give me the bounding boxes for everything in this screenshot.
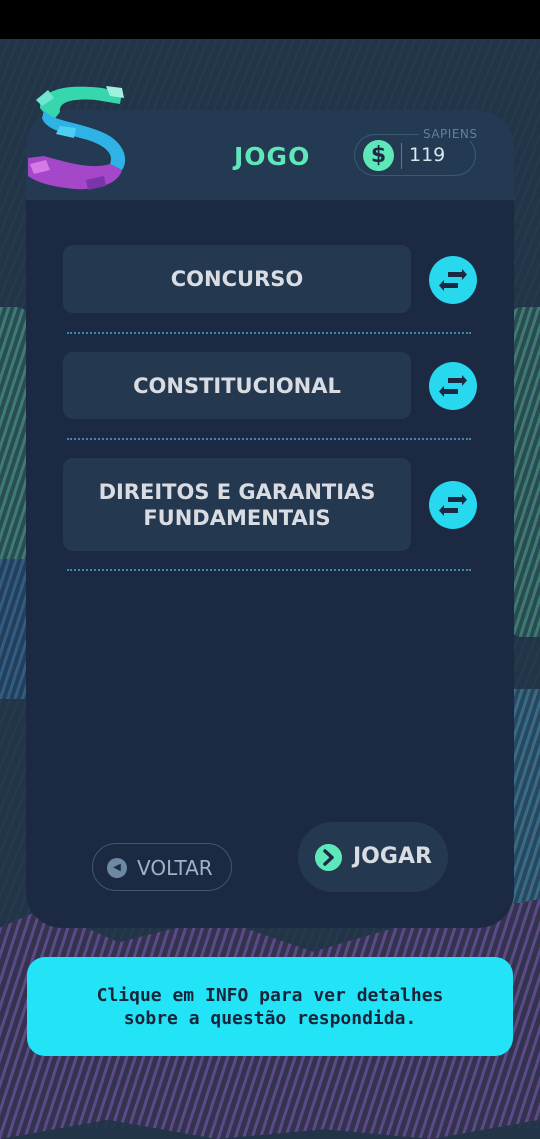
option-label: DIREITOS E GARANTIAS FUNDAMENTAIS — [98, 479, 376, 530]
chevron-left-circle-icon: ◀ — [107, 858, 127, 878]
chevron-right-circle-icon — [315, 844, 342, 871]
info-message: Clique em INFO para ver detalhes sobre a… — [96, 984, 444, 1029]
divider — [67, 332, 471, 334]
sapiens-logo — [28, 86, 126, 190]
swap-button[interactable] — [429, 362, 477, 410]
swap-button[interactable] — [429, 256, 477, 304]
background-shape — [0, 559, 28, 699]
play-button[interactable]: JOGAR — [298, 822, 448, 892]
info-tooltip: Clique em INFO para ver detalhes sobre a… — [27, 957, 513, 1056]
currency-label: SAPIENS — [419, 127, 482, 141]
game-card: JOGO SAPIENS $ 119 CONCURSO CONSTITUCION… — [26, 110, 514, 928]
back-button-label: VOLTAR — [137, 856, 213, 880]
currency-value: 119 — [409, 144, 446, 166]
status-bar — [0, 0, 540, 39]
option-label: CONCURSO — [170, 267, 304, 291]
play-button-label: JOGAR — [353, 844, 432, 869]
swap-arrows-icon — [439, 494, 467, 516]
option-button-constitucional[interactable]: CONSTITUCIONAL — [63, 352, 411, 419]
option-label: CONSTITUCIONAL — [133, 373, 341, 398]
currency-balance: SAPIENS $ 119 — [354, 127, 482, 176]
swap-arrows-icon — [439, 375, 467, 397]
option-button-concurso[interactable]: CONCURSO — [63, 245, 411, 313]
divider — [67, 438, 471, 440]
page-title: JOGO — [234, 142, 311, 171]
swap-arrows-icon — [439, 269, 467, 291]
option-button-direitos-e-garantias[interactable]: DIREITOS E GARANTIAS FUNDAMENTAIS — [63, 458, 411, 551]
back-button[interactable]: ◀ VOLTAR — [92, 843, 232, 891]
swap-button[interactable] — [429, 481, 477, 529]
dollar-icon: $ — [363, 140, 394, 171]
divider — [401, 143, 402, 169]
divider — [67, 569, 471, 571]
